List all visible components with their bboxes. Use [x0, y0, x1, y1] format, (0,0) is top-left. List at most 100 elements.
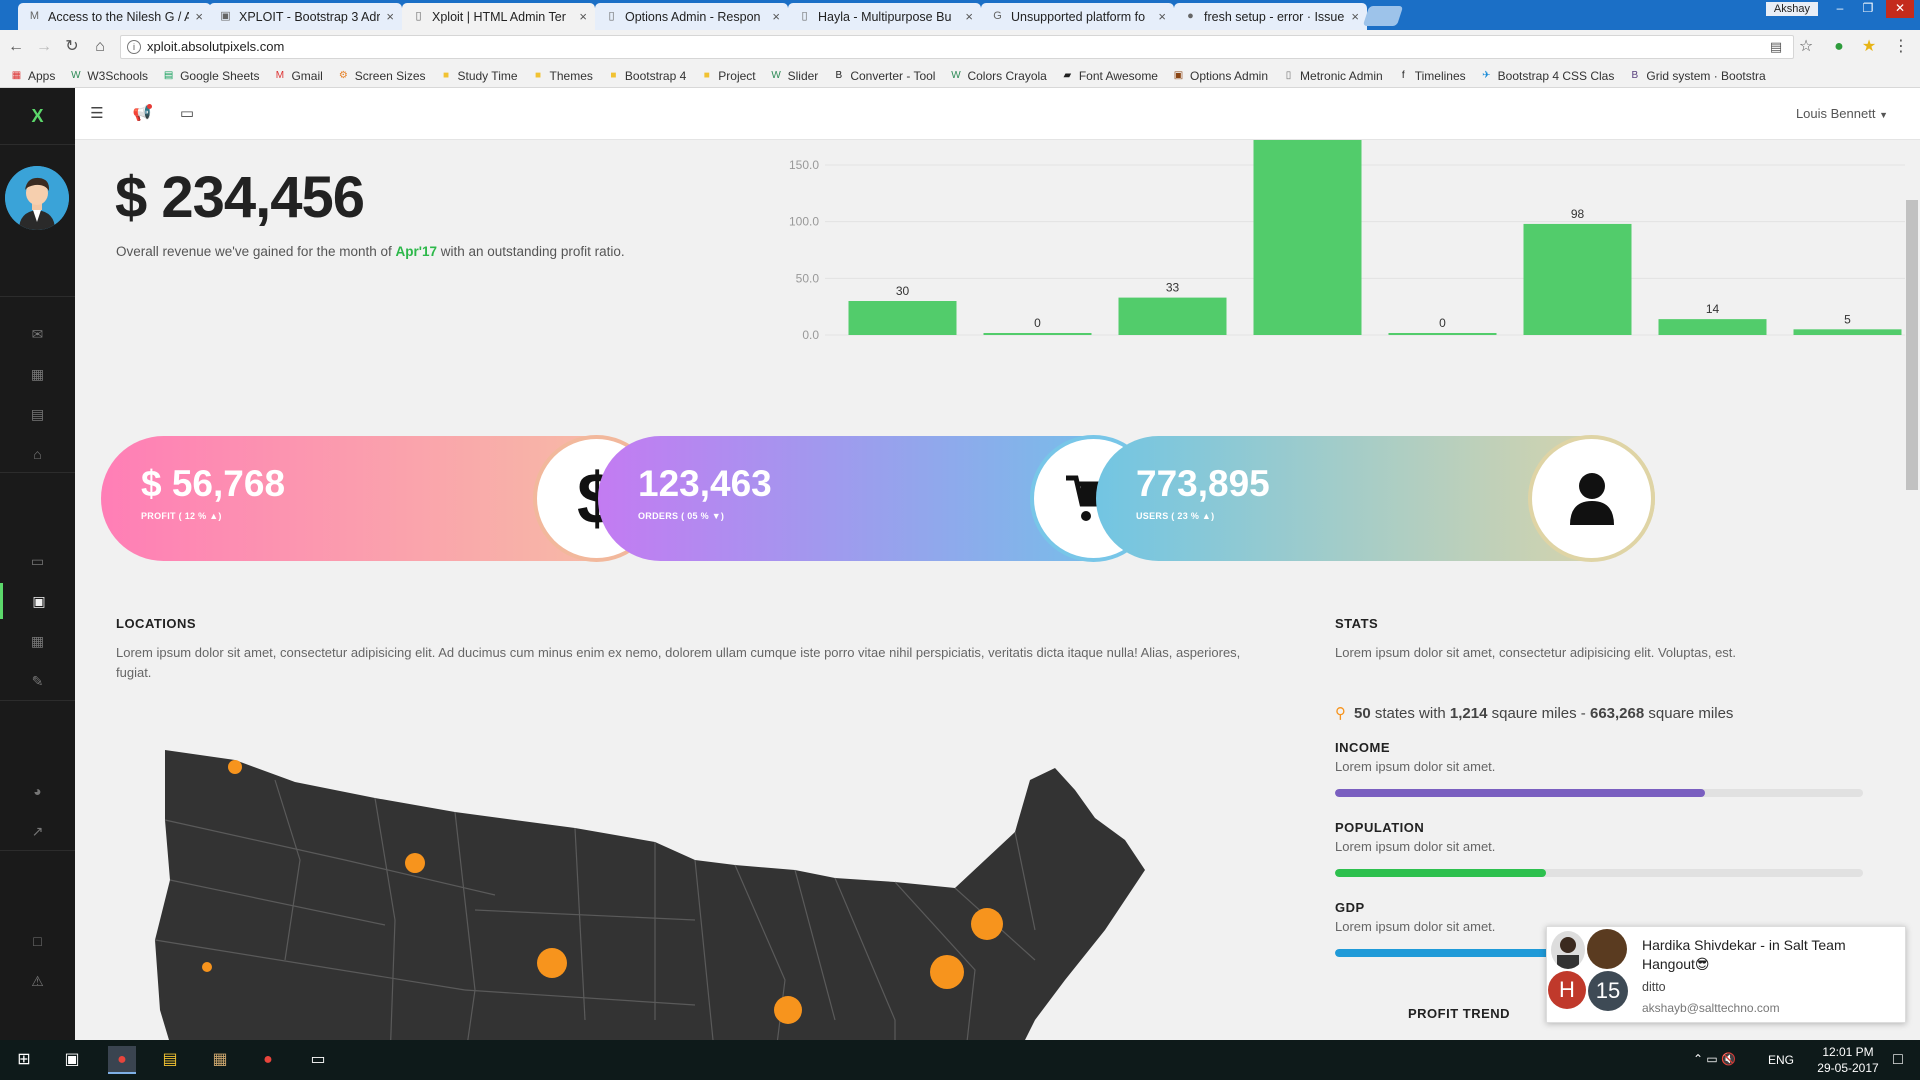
home-nav-icon[interactable]: ⌂ — [0, 436, 75, 472]
megaphone-icon[interactable]: 📢 — [130, 102, 154, 126]
chart-bar[interactable] — [1118, 297, 1227, 335]
chart-bar[interactable] — [1253, 140, 1362, 335]
mail-icon[interactable]: ✉ — [0, 316, 75, 352]
us-map[interactable] — [135, 720, 1315, 1040]
back-icon[interactable]: ← — [5, 36, 27, 58]
chart-bar[interactable] — [848, 301, 957, 335]
extension-star-icon[interactable]: ★ — [1858, 36, 1880, 58]
restore-icon[interactable]: ❐ — [1854, 0, 1882, 18]
hangout-notification[interactable]: H 15 Hardika Shivdekar - in Salt Team Ha… — [1546, 926, 1906, 1023]
close-tab-icon[interactable]: × — [386, 9, 394, 24]
user-icon — [1532, 439, 1651, 558]
chrome-icon[interactable]: ● — [108, 1046, 136, 1074]
briefcase-icon[interactable]: ▣ — [0, 583, 75, 619]
chart-bar[interactable] — [1523, 223, 1632, 335]
bookmark-item[interactable]: ▦ Apps — [10, 69, 56, 83]
menu-icon[interactable]: ⋮ — [1890, 36, 1912, 58]
bookmark-item[interactable]: ▰ Font Awesome — [1061, 69, 1158, 83]
bookmark-item[interactable]: ■ Bootstrap 4 — [607, 69, 686, 83]
calendar-icon[interactable]: ▦ — [0, 356, 75, 392]
card-icon[interactable]: ▤ — [0, 396, 75, 432]
extension-icon[interactable]: ● — [1828, 36, 1850, 58]
count-badge: 15 — [1588, 971, 1628, 1011]
stat-card[interactable]: 123,463 ORDERS ( 05 % ▼) — [598, 436, 1157, 561]
bookmark-item[interactable]: ▯ Metronic Admin — [1282, 69, 1383, 83]
close-tab-icon[interactable]: × — [772, 9, 780, 24]
data-label: 98 — [1571, 207, 1585, 221]
home-icon[interactable]: ⌂ — [89, 36, 111, 58]
chart-bar[interactable] — [1388, 333, 1497, 335]
task-view-icon[interactable]: ▣ — [58, 1046, 86, 1074]
tab-2[interactable]: ▣ XPLOIT - Bootstrap 3 Adr × — [209, 3, 402, 30]
chart-bar[interactable] — [983, 333, 1092, 335]
info-icon[interactable]: i — [127, 40, 141, 54]
address-bar[interactable]: i xploit.absolutpixels.com — [120, 35, 1794, 59]
bookmark-item[interactable]: f Timelines — [1397, 69, 1466, 83]
clock[interactable]: 12:01 PM 29-05-2017 — [1812, 1044, 1884, 1076]
pie-chart-icon[interactable]: ◕ — [0, 773, 75, 809]
stat-card[interactable]: 773,895 USERS ( 23 % ▲) — [1096, 436, 1655, 561]
chart-bar[interactable] — [1658, 319, 1767, 335]
bookmark-item[interactable]: W Colors Crayola — [949, 69, 1047, 83]
close-tab-icon[interactable]: × — [1158, 9, 1166, 24]
stat-bar-text: Lorem ipsum dolor sit amet. — [1335, 759, 1496, 774]
gmail-icon: M — [275, 69, 285, 81]
bookmark-item[interactable]: B Converter - Tool — [832, 69, 935, 83]
warning-icon[interactable]: ⚠ — [0, 963, 75, 999]
translate-icon[interactable]: ▤ — [1765, 36, 1787, 58]
close-window-icon[interactable]: ✕ — [1886, 0, 1914, 18]
close-tab-icon[interactable]: × — [1351, 9, 1359, 24]
bookmark-item[interactable]: ▤ Google Sheets — [162, 69, 260, 83]
tab-7[interactable]: ● fresh setup - error · Issue × — [1174, 3, 1367, 30]
line-chart-icon[interactable]: ↗ — [0, 813, 75, 849]
hamburger-icon[interactable]: ☰ — [85, 102, 109, 126]
minimize-icon[interactable]: – — [1826, 0, 1854, 18]
tray-icons[interactable]: ⌃ ▭ 🔇 — [1693, 1052, 1736, 1066]
tab-6[interactable]: G Unsupported platform fo × — [981, 3, 1174, 30]
file-icon[interactable]: □ — [0, 923, 75, 959]
chart-bar[interactable] — [1793, 329, 1902, 335]
bookmark-item[interactable]: M Gmail — [273, 69, 323, 83]
windows-start-icon[interactable]: ⊞ — [10, 1046, 38, 1074]
close-tab-icon[interactable]: × — [579, 9, 587, 24]
new-tab-button[interactable] — [1362, 6, 1404, 26]
desktop-icon[interactable]: ▭ — [0, 543, 75, 579]
user-menu[interactable]: Louis Bennett ▼ — [1796, 106, 1888, 121]
bookmark-item[interactable]: W W3Schools — [69, 69, 148, 83]
locations-text: Lorem ipsum dolor sit amet, consectetur … — [116, 645, 1241, 680]
chrome-alt-icon[interactable]: ● — [254, 1046, 282, 1074]
bookmark-item[interactable]: ✈ Bootstrap 4 CSS Clas — [1480, 69, 1614, 83]
bookmark-star-icon[interactable]: ☆ — [1795, 36, 1817, 58]
profile-button[interactable]: Akshay — [1765, 2, 1818, 16]
bookmark-item[interactable]: ■ Project — [700, 69, 756, 83]
stat-value: $ 56,768 — [141, 463, 286, 504]
action-center-icon[interactable]: □ — [1884, 1046, 1912, 1074]
language-indicator[interactable]: ENG — [1768, 1053, 1794, 1067]
edit-icon[interactable]: ✎ — [0, 663, 75, 699]
scrollbar-thumb[interactable] — [1906, 200, 1918, 490]
app-logo[interactable]: X — [0, 88, 75, 144]
stat-value: 773,895 — [1136, 463, 1270, 504]
tab-3[interactable]: ▯ Xploit | HTML Admin Ter × — [402, 3, 595, 30]
bookmark-item[interactable]: ■ Study Time — [440, 69, 518, 83]
inbox-icon[interactable]: ▭ — [175, 102, 199, 126]
tab-1[interactable]: M Access to the Nilesh G / A × — [18, 3, 211, 30]
terminal-icon[interactable]: ▭ — [304, 1046, 332, 1074]
bookmark-item[interactable]: B Grid system · Bootstra — [1628, 69, 1766, 83]
close-tab-icon[interactable]: × — [195, 9, 203, 24]
bookmark-item[interactable]: W Slider — [770, 69, 818, 83]
tab-4[interactable]: ▯ Options Admin - Respon × — [595, 3, 788, 30]
file-explorer-icon[interactable]: ▤ — [156, 1046, 184, 1074]
close-tab-icon[interactable]: × — [965, 9, 973, 24]
forward-icon[interactable]: → — [33, 36, 55, 58]
table-icon[interactable]: ▦ — [0, 623, 75, 659]
bookmark-item[interactable]: ⚙ Screen Sizes — [337, 69, 426, 83]
avatar[interactable] — [5, 166, 69, 230]
reload-icon[interactable]: ↻ — [61, 36, 83, 58]
bookmark-item[interactable]: ■ Themes — [532, 69, 593, 83]
stat-card[interactable]: $ 56,768 PROFIT ( 12 % ▲) $ — [101, 436, 660, 561]
stat-value: 123,463 — [638, 463, 772, 504]
bookmark-item[interactable]: ▣ Options Admin — [1172, 69, 1268, 83]
tab-5[interactable]: ▯ Hayla - Multipurpose Bu × — [788, 3, 981, 30]
app-icon[interactable]: ▦ — [206, 1046, 234, 1074]
